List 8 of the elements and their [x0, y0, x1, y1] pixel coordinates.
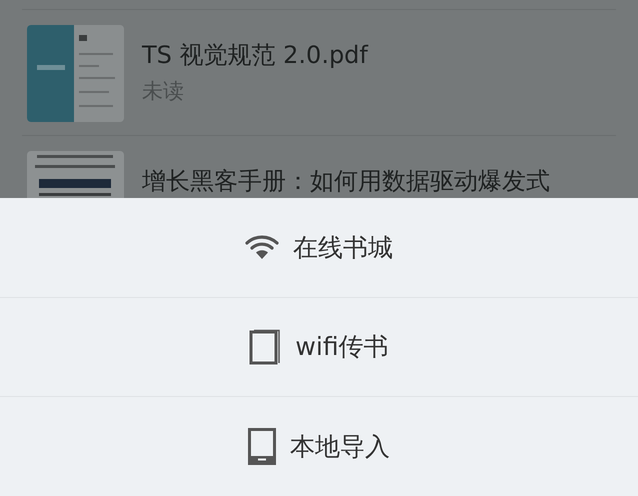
tablet-icon [248, 428, 276, 466]
file-title[interactable]: TS 视觉规范 2.0.pdf [142, 39, 368, 71]
book-icon [249, 329, 282, 365]
sheet-option[interactable]: 在线书城 [0, 198, 638, 297]
file-title[interactable]: 增长黑客手册：如何用数据驱动爆发式 [142, 165, 550, 197]
sheet-option[interactable]: wifi传书 [0, 296, 638, 396]
wifi-icon [245, 234, 279, 260]
sheet-option[interactable]: 本地导入 [0, 396, 638, 496]
